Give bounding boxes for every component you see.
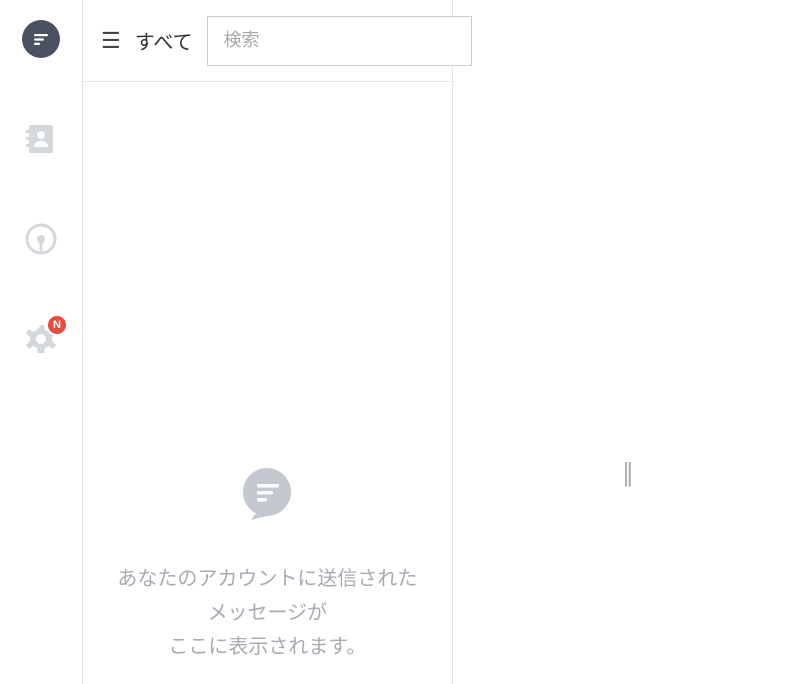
broadcast-icon bbox=[23, 221, 59, 262]
message-list-empty: あなたのアカウントに送信されたメッセージが ここに表示されます。 bbox=[83, 82, 452, 684]
contact-book-icon bbox=[24, 122, 58, 161]
sidebar-item-settings[interactable]: N bbox=[22, 322, 60, 360]
filter-label[interactable]: すべて bbox=[135, 26, 193, 55]
notification-badge: N bbox=[46, 314, 68, 336]
sidebar-item-broadcast[interactable] bbox=[22, 222, 60, 260]
chat-bubble-icon bbox=[22, 20, 60, 63]
resize-handle-icon[interactable]: || bbox=[623, 457, 631, 488]
empty-line-1: あなたのアカウントに送信されたメッセージが bbox=[113, 562, 422, 630]
topbar: ☰ すべて bbox=[83, 0, 452, 82]
empty-state-text: あなたのアカウントに送信されたメッセージが ここに表示されます。 bbox=[83, 562, 452, 664]
menu-icon[interactable]: ☰ bbox=[101, 30, 121, 52]
sidebar: N bbox=[0, 0, 82, 684]
empty-line-2: ここに表示されます。 bbox=[113, 630, 422, 664]
sidebar-item-contacts[interactable] bbox=[22, 122, 60, 160]
sidebar-item-messages[interactable] bbox=[22, 22, 60, 60]
right-gutter: || bbox=[453, 0, 800, 684]
search-input[interactable] bbox=[207, 16, 472, 66]
main-panel: ☰ すべて あなたのアカウントに送信されたメッセージが ここに表示されます。 bbox=[82, 0, 453, 684]
chat-bubble-icon bbox=[239, 466, 295, 522]
